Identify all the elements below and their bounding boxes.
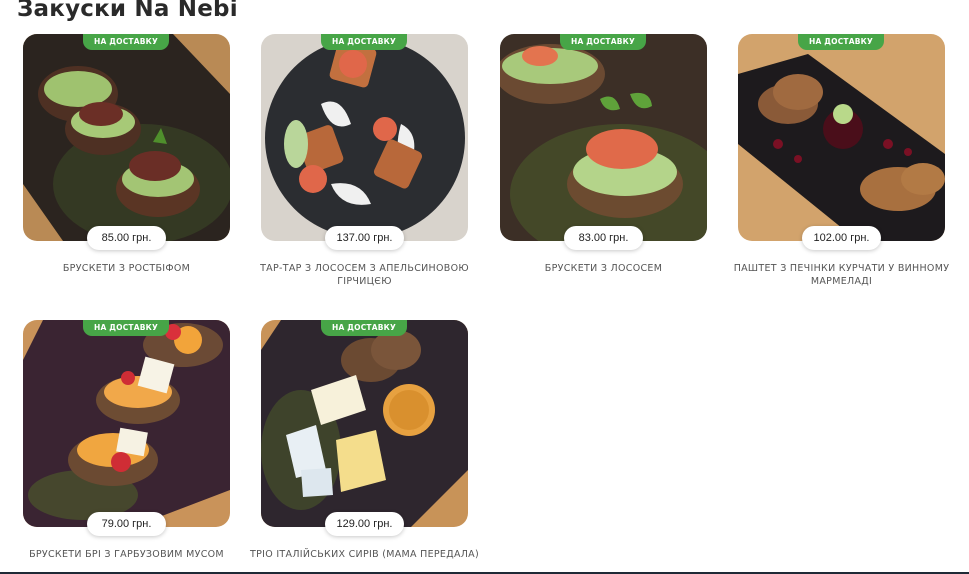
delivery-badge: НА ДОСТАВКУ	[83, 320, 169, 336]
price-tag: 137.00 грн.	[325, 226, 404, 250]
product-name[interactable]: БРУСКЕТИ З ЛОСОСЕМ	[488, 262, 719, 275]
price-tag: 85.00 грн.	[87, 226, 166, 250]
product-name[interactable]: ПАШТЕТ З ПЕЧІНКИ КУРЧАТИ У ВИННОМУ МАРМЕ…	[726, 262, 957, 288]
price-tag: 129.00 грн.	[325, 512, 404, 536]
product-card[interactable]: НА ДОСТАВКУ 129.00 грн. ТРІО ІТАЛІЙСЬКИХ…	[250, 320, 479, 560]
delivery-badge: НА ДОСТАВКУ	[560, 34, 646, 50]
product-name[interactable]: БРУСКЕТИ БРІ З ГАРБУЗОВИМ МУСОМ	[11, 548, 242, 561]
product-image[interactable]: НА ДОСТАВКУ	[23, 34, 230, 241]
product-image[interactable]: НА ДОСТАВКУ	[261, 320, 468, 527]
product-card[interactable]: НА ДОСТАВКУ 137.00 грн. ТАР-ТАР З ЛОСОСЕ…	[260, 34, 469, 287]
product-name[interactable]: ТРІО ІТАЛІЙСЬКИХ СИРІВ (МАМА ПЕРЕДАЛА)	[249, 548, 480, 561]
product-card[interactable]: НА ДОСТАВКУ 79.00 грн. БРУСКЕТИ БРІ З ГА…	[23, 320, 230, 560]
price-tag: 102.00 грн.	[802, 226, 881, 250]
product-card[interactable]: НА ДОСТАВКУ 102.00 грн. ПАШТЕТ З ПЕЧІНКИ…	[734, 34, 949, 287]
price-tag: 83.00 грн.	[564, 226, 643, 250]
product-image[interactable]: НА ДОСТАВКУ	[23, 320, 230, 527]
delivery-badge: НА ДОСТАВКУ	[83, 34, 169, 50]
page-title: Закуски Na Nebi	[17, 0, 238, 22]
product-card[interactable]: НА ДОСТАВКУ 83.00 грн. БРУСКЕТИ З ЛОСОСЕ…	[500, 34, 707, 274]
product-image[interactable]: НА ДОСТАВКУ	[261, 34, 468, 241]
delivery-badge: НА ДОСТАВКУ	[798, 34, 884, 50]
product-card[interactable]: НА ДОСТАВКУ 85.00 грн. БРУСКЕТИ З РОСТБІ…	[23, 34, 230, 274]
delivery-badge: НА ДОСТАВКУ	[321, 320, 407, 336]
product-image[interactable]: НА ДОСТАВКУ	[738, 34, 945, 241]
product-name[interactable]: ТАР-ТАР З ЛОСОСЕМ З АПЕЛЬСИНОВОЮ ГІРЧИЦЄ…	[249, 262, 480, 288]
product-name[interactable]: БРУСКЕТИ З РОСТБІФОМ	[11, 262, 242, 275]
price-tag: 79.00 грн.	[87, 512, 166, 536]
product-image[interactable]: НА ДОСТАВКУ	[500, 34, 707, 241]
delivery-badge: НА ДОСТАВКУ	[321, 34, 407, 50]
